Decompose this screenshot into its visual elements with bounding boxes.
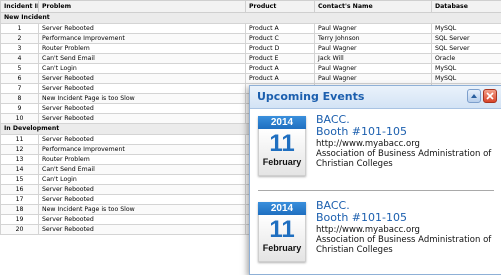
problem-cell: Can't Send Email — [39, 165, 246, 175]
minimize-button[interactable] — [467, 89, 481, 103]
problem-cell: Server Rebooted — [39, 215, 246, 225]
database-cell: MySQL — [432, 24, 501, 34]
incident-id-cell: 6 — [1, 74, 39, 84]
incident-id-cell: 12 — [1, 145, 39, 155]
column-header-incident-id[interactable]: Incident ID — [1, 1, 39, 13]
incident-id-cell: 3 — [1, 44, 39, 54]
event-url[interactable]: http://www.myabacc.org — [316, 139, 500, 149]
contact-name-cell: Paul Wagner — [315, 24, 432, 34]
event-url[interactable]: http://www.myabacc.org — [316, 225, 500, 235]
grid-header-row: Incident ID Problem Product Contact's Na… — [1, 1, 501, 13]
incident-id-cell: 15 — [1, 175, 39, 185]
incident-id-cell: 8 — [1, 94, 39, 104]
contact-name-cell: Paul Wagner — [315, 44, 432, 54]
event-year: 2014 — [258, 116, 306, 129]
problem-cell: Server Rebooted — [39, 135, 246, 145]
incident-id-cell: 5 — [1, 64, 39, 74]
problem-cell: Can't Send Email — [39, 54, 246, 64]
event-divider — [258, 190, 494, 191]
table-row[interactable]: 5Can't LoginProduct APaul WagnerMySQL — [1, 64, 501, 74]
product-cell: Product A — [246, 64, 315, 74]
calendar-icon: 2014 11 February — [258, 116, 306, 176]
problem-cell: Server Rebooted — [39, 195, 246, 205]
table-row[interactable]: 2Performance ImprovementProduct CTerry J… — [1, 34, 501, 44]
upcoming-events-popup: Upcoming Events 2014 11 February BACC. B… — [249, 85, 501, 275]
incident-id-cell: 7 — [1, 84, 39, 94]
incident-id-cell: 4 — [1, 54, 39, 64]
calendar-icon: 2014 11 February — [258, 202, 306, 262]
event-year: 2014 — [258, 202, 306, 215]
contact-name-cell: Jack Will — [315, 54, 432, 64]
contact-name-cell: Paul Wagner — [315, 74, 432, 84]
problem-cell: Server Rebooted — [39, 114, 246, 124]
contact-name-cell: Terry Johnson — [315, 34, 432, 44]
product-cell: Product E — [246, 54, 315, 64]
event-month: February — [259, 157, 305, 168]
event-day: 11 — [259, 129, 305, 157]
problem-cell: New Incident Page is too Slow — [39, 94, 246, 104]
column-header-database[interactable]: Database — [432, 1, 501, 13]
incident-id-cell: 16 — [1, 185, 39, 195]
problem-cell: Server Rebooted — [39, 24, 246, 34]
incident-id-cell: 1 — [1, 24, 39, 34]
database-cell: SQL Server — [432, 34, 501, 44]
event-organization: Association of Business Administration o… — [316, 149, 500, 169]
problem-cell: Performance Improvement — [39, 34, 246, 44]
close-icon — [486, 92, 494, 100]
product-cell: Product C — [246, 34, 315, 44]
incident-id-cell: 10 — [1, 114, 39, 124]
incident-id-cell: 17 — [1, 195, 39, 205]
database-cell: Oracle — [432, 54, 501, 64]
contact-name-cell: Paul Wagner — [315, 64, 432, 74]
incident-id-cell: 19 — [1, 215, 39, 225]
event-booth: Booth #101-105 — [316, 126, 500, 138]
event-month: February — [259, 243, 305, 254]
product-cell: Product A — [246, 74, 315, 84]
table-row[interactable]: 4Can't Send EmailProduct EJack WillOracl… — [1, 54, 501, 64]
minimize-icon — [470, 92, 478, 100]
problem-cell: Router Problem — [39, 44, 246, 54]
problem-cell: Server Rebooted — [39, 84, 246, 94]
problem-cell: Server Rebooted — [39, 185, 246, 195]
event-booth: Booth #101-105 — [316, 212, 500, 224]
table-row[interactable]: 3Router ProblemProduct DPaul WagnerSQL S… — [1, 44, 501, 54]
problem-cell: Server Rebooted — [39, 225, 246, 235]
incident-id-cell: 2 — [1, 34, 39, 44]
group-row[interactable]: New Incident — [1, 13, 501, 24]
incident-id-cell: 18 — [1, 205, 39, 215]
close-button[interactable] — [483, 89, 497, 103]
table-row[interactable]: 1Server RebootedProduct APaul WagnerMySQ… — [1, 24, 501, 34]
problem-cell: Server Rebooted — [39, 104, 246, 114]
table-row[interactable]: 6Server RebootedProduct APaul WagnerMySQ… — [1, 74, 501, 84]
incident-id-cell: 13 — [1, 155, 39, 165]
incident-id-cell: 20 — [1, 225, 39, 235]
database-cell: SQL Server — [432, 44, 501, 54]
popup-header: Upcoming Events — [250, 86, 501, 109]
database-cell: MySQL — [432, 64, 501, 74]
event-day: 11 — [259, 215, 305, 243]
problem-cell: Can't Login — [39, 175, 246, 185]
problem-cell: Performance Improvement — [39, 145, 246, 155]
column-header-contact-name[interactable]: Contact's Name — [315, 1, 432, 13]
event-item[interactable]: 2014 11 February BACC. Booth #101-105 ht… — [250, 114, 501, 186]
event-organization: Association of Business Administration o… — [316, 235, 500, 255]
column-header-product[interactable]: Product — [246, 1, 315, 13]
event-item[interactable]: 2014 11 February BACC. Booth #101-105 ht… — [250, 200, 501, 272]
incident-id-cell: 11 — [1, 135, 39, 145]
group-label: New Incident — [1, 13, 501, 24]
column-header-problem[interactable]: Problem — [39, 1, 246, 13]
incident-id-cell: 9 — [1, 104, 39, 114]
problem-cell: Router Problem — [39, 155, 246, 165]
problem-cell: New Incident Page is too Slow — [39, 205, 246, 215]
database-cell: MySQL — [432, 74, 501, 84]
product-cell: Product A — [246, 24, 315, 34]
product-cell: Product D — [246, 44, 315, 54]
problem-cell: Can't Login — [39, 64, 246, 74]
incident-id-cell: 14 — [1, 165, 39, 175]
problem-cell: Server Rebooted — [39, 74, 246, 84]
popup-title: Upcoming Events — [257, 90, 364, 103]
